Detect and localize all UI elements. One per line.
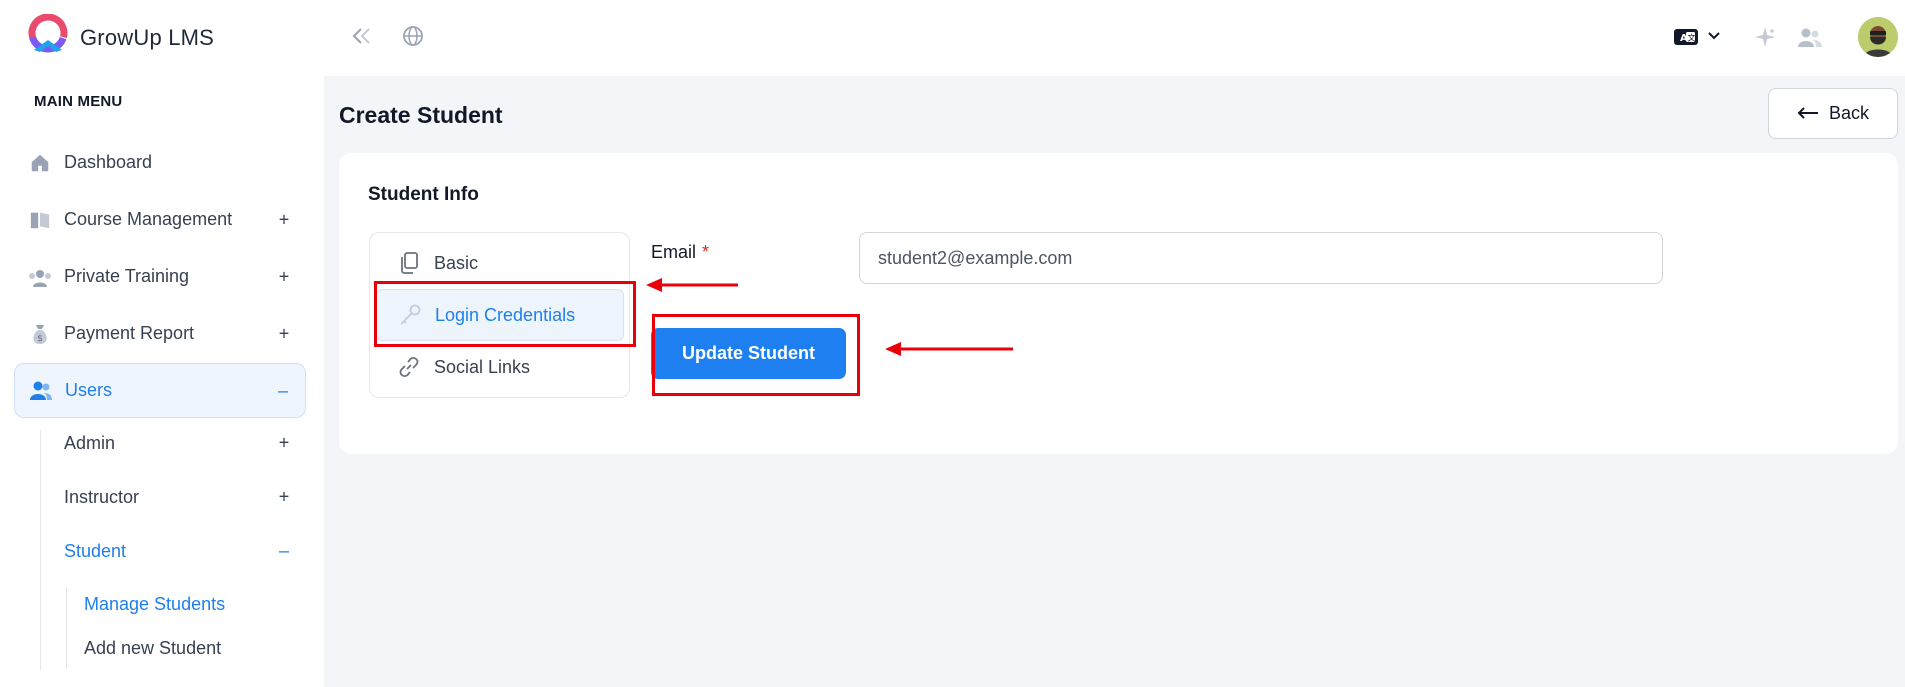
avatar[interactable] <box>1858 17 1898 57</box>
expand-icon: + <box>278 486 290 507</box>
sidebar-item-label: Private Training <box>64 266 190 286</box>
sidebar-link-manage-students[interactable]: Manage Students <box>84 587 225 621</box>
sidebar-item-label: Course Management <box>64 209 233 229</box>
expand-icon: + <box>278 266 290 286</box>
collapse-sign-icon: – <box>278 540 289 561</box>
update-student-button[interactable]: Update Student <box>651 328 846 379</box>
collapse-icon[interactable] <box>350 24 374 48</box>
sidebar-link-add-new-student[interactable]: Add new Student <box>84 631 221 665</box>
chevron-down-icon[interactable] <box>1706 28 1722 44</box>
menu-title: MAIN MENU <box>34 93 123 110</box>
email-label: Email * <box>651 242 709 263</box>
sidebar-subitem-student[interactable]: Student – <box>64 531 306 571</box>
svg-text:$: $ <box>37 334 43 344</box>
brand[interactable]: GrowUp LMS <box>26 13 215 61</box>
sidebar-subitem-label: Instructor <box>64 486 140 507</box>
back-button[interactable]: Back <box>1768 88 1898 139</box>
sidebar-subitem-instructor[interactable]: Instructor + <box>64 477 306 517</box>
tab-basic[interactable]: Basic <box>376 237 624 289</box>
sidebar-subitem-admin[interactable]: Admin + <box>64 423 306 463</box>
sidebar-item-label: Users <box>65 380 113 400</box>
back-button-label: Back <box>1828 103 1870 123</box>
link-icon <box>396 354 422 380</box>
brand-name: GrowUp LMS <box>80 24 215 50</box>
email-field[interactable] <box>859 232 1663 284</box>
users-icon <box>29 379 53 403</box>
sidebar-item-dashboard[interactable]: Dashboard <box>14 135 306 190</box>
topbar: A文 <box>324 0 1905 76</box>
copy-icon <box>396 250 422 276</box>
training-icon <box>28 265 52 289</box>
collapse-sign-icon: – <box>277 380 288 400</box>
sidebar-item-payment-report[interactable]: $ Payment Report + <box>14 306 306 361</box>
sidebar: GrowUp LMS MAIN MENU Dashboard Course Ma… <box>0 0 324 687</box>
page-title: Create Student <box>339 102 503 128</box>
card-title: Student Info <box>368 184 479 205</box>
tab-label: Basic <box>434 252 479 273</box>
subnav-divider <box>66 588 67 668</box>
required-mark: * <box>702 242 710 262</box>
expand-icon: + <box>278 323 290 343</box>
key-icon <box>397 302 423 328</box>
expand-icon: + <box>278 209 290 229</box>
money-bag-icon: $ <box>28 322 52 346</box>
globe-icon[interactable] <box>400 23 426 49</box>
svg-text:文: 文 <box>1688 33 1696 43</box>
subnav-divider <box>40 430 41 670</box>
users-switch-icon[interactable] <box>1796 24 1824 50</box>
email-label-text: Email <box>651 242 697 262</box>
sidebar-item-users[interactable]: Users – <box>14 363 306 418</box>
sidebar-subitem-label: Student <box>64 540 127 561</box>
sidebar-item-label: Dashboard <box>64 152 153 172</box>
sparkle-icon[interactable] <box>1752 24 1778 50</box>
arrow-left-icon <box>1797 103 1819 124</box>
sidebar-item-label: Payment Report <box>64 323 195 343</box>
tab-label: Social Links <box>434 356 531 377</box>
tab-label: Login Credentials <box>435 304 576 325</box>
tab-social-links[interactable]: Social Links <box>376 341 624 393</box>
expand-icon: + <box>278 432 290 453</box>
brand-logo-icon <box>26 13 72 61</box>
sidebar-item-course-management[interactable]: Course Management + <box>14 192 306 247</box>
tab-login-credentials[interactable]: Login Credentials <box>376 289 624 341</box>
sidebar-item-private-training[interactable]: Private Training + <box>14 249 306 304</box>
book-icon <box>28 208 52 232</box>
home-icon <box>28 151 52 175</box>
language-icon[interactable]: A文 <box>1672 26 1700 48</box>
sidebar-subitem-label: Admin <box>64 432 116 453</box>
